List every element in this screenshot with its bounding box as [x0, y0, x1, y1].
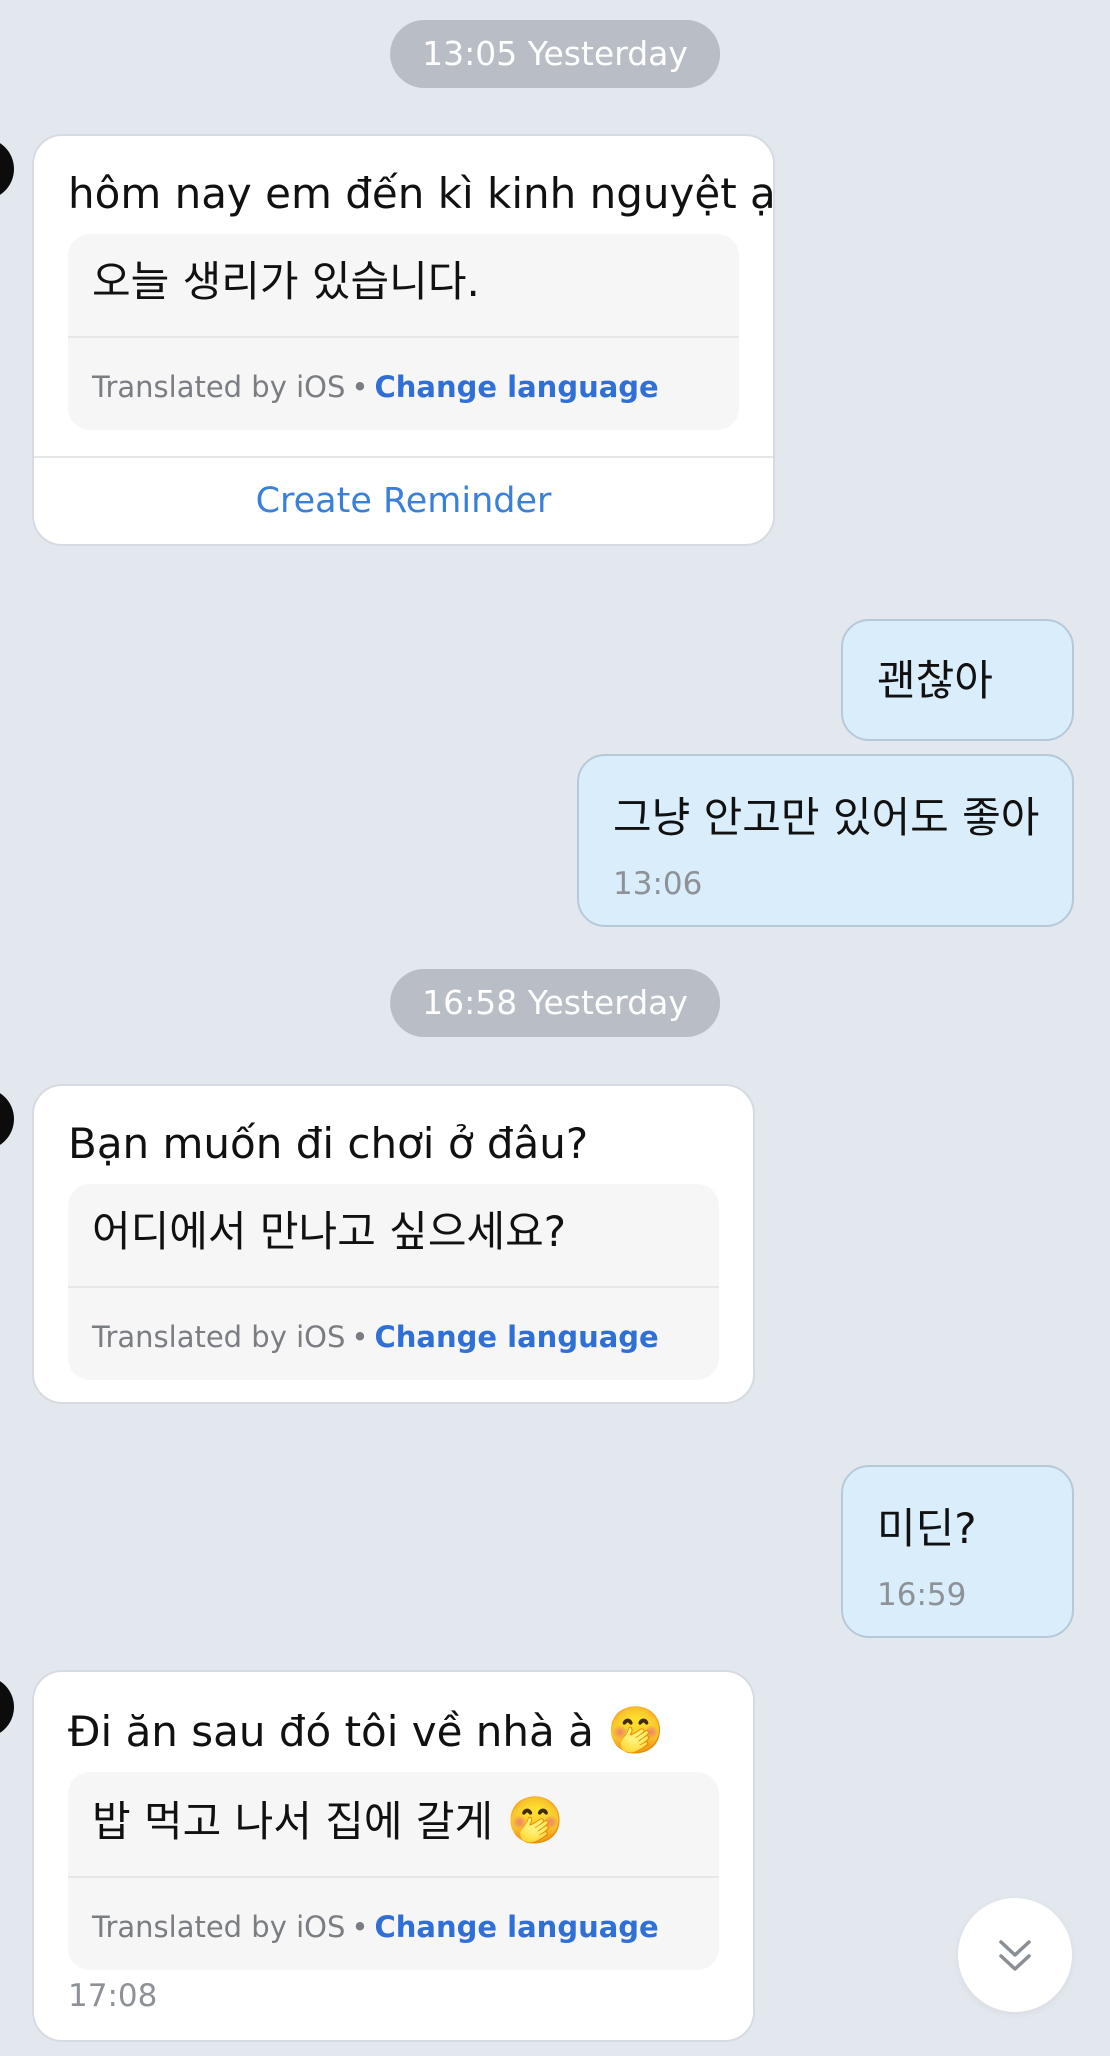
chat-screen: 13:05 Yesterday hôm nay em đến kì kinh n… — [0, 0, 1110, 2056]
outgoing-message[interactable]: 그냥 안고만 있어도 좋아 13:06 — [577, 754, 1074, 927]
change-language-link[interactable]: Change language — [375, 1320, 659, 1354]
message-time: 13:06 — [613, 866, 703, 902]
change-language-link[interactable]: Change language — [375, 1910, 659, 1944]
avatar[interactable] — [0, 138, 14, 200]
dot-separator: • — [351, 1320, 369, 1354]
translation-text: 오늘 생리가 있습니다. — [92, 257, 480, 306]
incoming-message[interactable]: Đi ăn sau đó tôi về nhà à 🤭 밥 먹고 나서 집에 갈… — [32, 1670, 755, 2042]
translation-text: 밥 먹고 나서 집에 갈게 🤭 — [68, 1772, 719, 1876]
translated-by-label: Translated by iOS — [92, 370, 346, 404]
translated-by-label: Translated by iOS — [92, 1320, 346, 1354]
date-separator: 16:58 Yesterday — [390, 969, 720, 1037]
dot-separator: • — [351, 1910, 369, 1944]
translation-meta: Translated by iOS • Change language — [68, 336, 739, 430]
message-text: hôm nay em đến kì kinh nguyệt ạ — [68, 169, 776, 218]
date-separator: 13:05 Yesterday — [390, 20, 720, 88]
translation-box: 어디에서 만나고 싶으세요? Translated by iOS • Change … — [68, 1184, 719, 1380]
message-text: 괜찮아 — [877, 656, 993, 705]
translation-meta: Translated by iOS • Change language — [68, 1286, 719, 1380]
incoming-message[interactable]: hôm nay em đến kì kinh nguyệt ạ 오늘 생리가 있… — [32, 134, 776, 546]
translation-box: 오늘 생리가 있습니다. Translated by iOS • Change la… — [68, 234, 739, 430]
thinking-emoji-icon: 🤭 — [506, 1793, 564, 1847]
translation-meta: Translated by iOS • Change language — [68, 1876, 719, 1970]
message-text: Đi ăn sau đó tôi về nhà à 🤭 — [34, 1672, 753, 1758]
change-language-link[interactable]: Change language — [375, 370, 659, 404]
dot-separator: • — [351, 370, 369, 404]
translated-by-label: Translated by iOS — [92, 1910, 346, 1944]
incoming-message[interactable]: Bạn muốn đi chơi ở đâu? 어디에서 만나고 싶으세요? T… — [32, 1084, 755, 1404]
translation-box: 밥 먹고 나서 집에 갈게 🤭 Translated by iOS • Change… — [68, 1772, 719, 1970]
outgoing-message[interactable]: 괜찮아 — [841, 619, 1074, 741]
thinking-emoji-icon: 🤭 — [607, 1703, 665, 1757]
message-text: 미딘? — [877, 1504, 977, 1553]
message-time: 17:08 — [68, 1978, 158, 2014]
message-text: Bạn muốn đi chơi ở đâu? — [68, 1119, 589, 1168]
message-time: 16:59 — [877, 1577, 967, 1613]
translation-text: 어디에서 만나고 싶으세요? — [92, 1207, 567, 1256]
avatar[interactable] — [0, 1676, 14, 1738]
message-text: 그냥 안고만 있어도 좋아 — [613, 793, 1040, 842]
create-reminder-button[interactable]: Create Reminder — [34, 456, 773, 542]
avatar[interactable] — [0, 1088, 14, 1150]
message-text-body: Đi ăn sau đó tôi về nhà à — [68, 1707, 594, 1756]
outgoing-message[interactable]: 미딘? 16:59 — [841, 1465, 1074, 1638]
chevrons-down-icon — [999, 1940, 1031, 1971]
translation-text-body: 밥 먹고 나서 집에 갈게 — [92, 1797, 494, 1846]
scroll-to-bottom-button[interactable] — [958, 1898, 1072, 2012]
